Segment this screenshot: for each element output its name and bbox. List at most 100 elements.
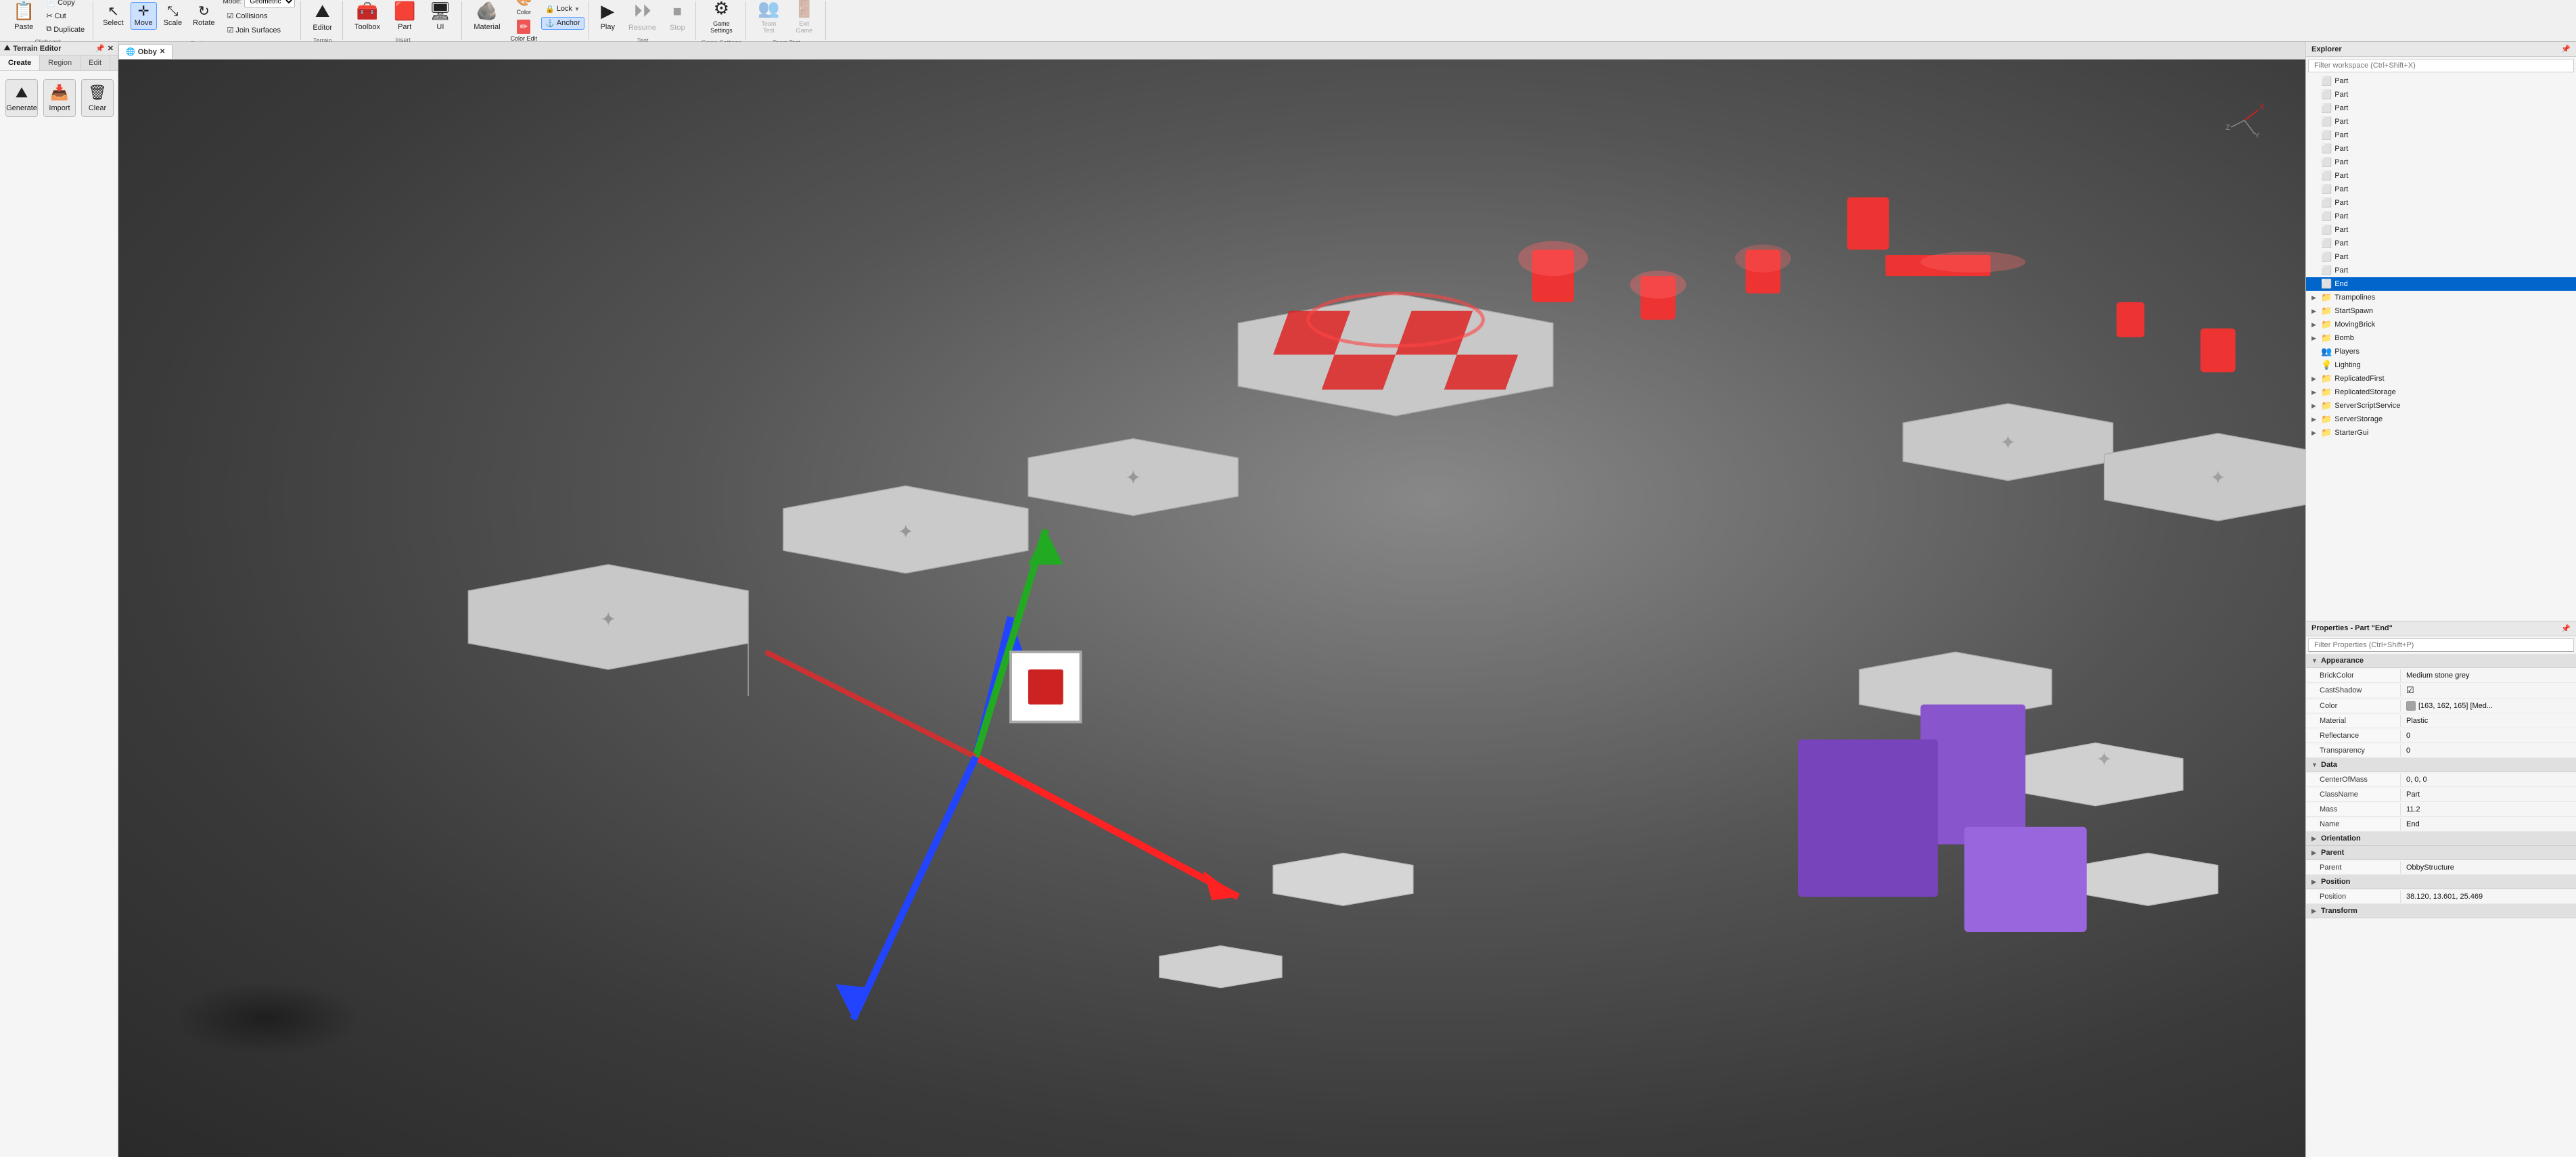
game-settings-icon: ⚙ bbox=[714, 0, 729, 19]
viewport-tab-close[interactable]: ✕ bbox=[160, 48, 165, 55]
item-icon: 📁 bbox=[2321, 319, 2332, 330]
item-icon: ⬜ bbox=[2321, 211, 2332, 222]
prop-position: Position 38.120, 13.601, 25.469 bbox=[2306, 889, 2576, 904]
lock-button[interactable]: 🔒 Lock ▼ bbox=[541, 3, 584, 16]
explorer-item-part-3[interactable]: ⬜ Part bbox=[2306, 115, 2576, 128]
right-panel: Explorer 📌 ⬜ Part ⬜ Part ⬜ Part bbox=[2305, 42, 2576, 1157]
join-surfaces-checkbox[interactable]: ☑ Join Surfaces bbox=[223, 24, 296, 37]
explorer-item-part-8[interactable]: ⬜ Part bbox=[2306, 183, 2576, 196]
explorer-filter-input[interactable] bbox=[2308, 59, 2574, 72]
reflectance-input[interactable] bbox=[2406, 732, 2571, 740]
toolbox-button[interactable]: 🧰 Toolbox bbox=[348, 0, 386, 34]
terrain-tab-edit[interactable]: Edit bbox=[80, 55, 110, 70]
explorer-item-serverstorage-25[interactable]: ▶ 📁 ServerStorage bbox=[2306, 412, 2576, 426]
explorer-item-part-2[interactable]: ⬜ Part bbox=[2306, 101, 2576, 115]
explorer-item-startspawn-17[interactable]: ▶ 📁 StartSpawn bbox=[2306, 304, 2576, 318]
explorer-pin[interactable]: 📌 bbox=[2561, 45, 2571, 53]
explorer-item-part-4[interactable]: ⬜ Part bbox=[2306, 128, 2576, 142]
color-button[interactable]: 🎨 Color bbox=[509, 0, 538, 17]
explorer-item-part-11[interactable]: ⬜ Part bbox=[2306, 223, 2576, 237]
prop-material: Material Plastic bbox=[2306, 713, 2576, 728]
select-button[interactable]: ↖ Select bbox=[99, 2, 128, 30]
explorer-item-end-15[interactable]: ⬜ End bbox=[2306, 277, 2576, 291]
item-icon: ⬜ bbox=[2321, 265, 2332, 276]
rotate-icon: ↻ bbox=[198, 5, 210, 18]
toolbar-tools-group: ↖ Select ✛ Move ⤡ Scale ↻ Rotate Mode: G… bbox=[95, 1, 301, 40]
item-icon: 👥 bbox=[2321, 346, 2332, 357]
material-button[interactable]: 🪨 Material bbox=[467, 0, 506, 34]
mode-select[interactable]: Geometric Surface bbox=[244, 0, 295, 8]
play-button[interactable]: ▶ Play bbox=[595, 0, 621, 34]
rotate-button[interactable]: ↻ Rotate bbox=[189, 2, 218, 30]
duplicate-button[interactable]: ⧉ Duplicate bbox=[42, 23, 89, 36]
name-input[interactable] bbox=[2406, 820, 2571, 828]
explorer-item-part-9[interactable]: ⬜ Part bbox=[2306, 196, 2576, 210]
item-label: Part bbox=[2334, 118, 2348, 126]
explorer-item-part-0[interactable]: ⬜ Part bbox=[2306, 74, 2576, 88]
transform-section-header[interactable]: ▶ Transform bbox=[2306, 904, 2576, 918]
stop-button[interactable]: ⏹ Stop bbox=[664, 0, 691, 34]
move-button[interactable]: ✛ Move bbox=[131, 2, 157, 30]
properties-filter-input[interactable] bbox=[2308, 638, 2574, 652]
viewport-tab-obby[interactable]: 🌐 Obby ✕ bbox=[118, 44, 172, 59]
terrain-editor-close[interactable]: ✕ bbox=[108, 44, 114, 53]
explorer-item-serverscriptservice-24[interactable]: ▶ 📁 ServerScriptService bbox=[2306, 399, 2576, 412]
explorer-item-part-10[interactable]: ⬜ Part bbox=[2306, 210, 2576, 223]
explorer-item-replicatedfirst-22[interactable]: ▶ 📁 ReplicatedFirst bbox=[2306, 372, 2576, 385]
color-swatch[interactable] bbox=[2406, 701, 2416, 711]
prop-mass: Mass 11.2 bbox=[2306, 802, 2576, 817]
ui-button[interactable]: 🖥 UI bbox=[423, 0, 457, 34]
data-section-header[interactable]: ▼ Data bbox=[2306, 758, 2576, 772]
item-icon: ⬜ bbox=[2321, 89, 2332, 100]
position-section-header[interactable]: ▶ Position bbox=[2306, 875, 2576, 889]
part-button[interactable]: 🟥 Part bbox=[388, 0, 421, 34]
castshadow-checkbox[interactable]: ☑ bbox=[2406, 685, 2414, 696]
explorer-item-part-5[interactable]: ⬜ Part bbox=[2306, 142, 2576, 156]
team-test-button[interactable]: 👥 TeamTest bbox=[752, 0, 785, 37]
anchor-button[interactable]: ⚓ Anchor bbox=[541, 17, 584, 30]
item-label: Trampolines bbox=[2334, 293, 2375, 302]
scale-button[interactable]: ⤡ Scale bbox=[160, 2, 187, 30]
prop-centerofmass: CenterOfMass 0, 0, 0 bbox=[2306, 772, 2576, 787]
explorer-item-startergui-26[interactable]: ▶ 📁 StarterGui bbox=[2306, 426, 2576, 440]
parent-section-header[interactable]: ▶ Parent bbox=[2306, 846, 2576, 860]
explorer-item-part-7[interactable]: ⬜ Part bbox=[2306, 169, 2576, 183]
explorer-item-part-13[interactable]: ⬜ Part bbox=[2306, 250, 2576, 264]
toolbar-team-test-group: 👥 TeamTest 🚪 ExitGame Team Test bbox=[748, 1, 826, 40]
properties-pin[interactable]: 📌 bbox=[2561, 624, 2571, 633]
explorer-item-part-1[interactable]: ⬜ Part bbox=[2306, 88, 2576, 101]
item-icon: ⬜ bbox=[2321, 279, 2332, 289]
appearance-section-header[interactable]: ▼ Appearance bbox=[2306, 654, 2576, 668]
explorer-item-lighting-21[interactable]: 💡 Lighting bbox=[2306, 358, 2576, 372]
explorer-item-part-12[interactable]: ⬜ Part bbox=[2306, 237, 2576, 250]
exit-game-button[interactable]: 🚪 ExitGame bbox=[787, 0, 821, 37]
color-edit-button[interactable]: ✏ Color Edit bbox=[508, 18, 540, 43]
copy-button[interactable]: 📄 Copy bbox=[42, 0, 89, 9]
explorer-item-part-6[interactable]: ⬜ Part bbox=[2306, 156, 2576, 169]
terrain-editor-button[interactable]: ⛰ Editor bbox=[306, 0, 338, 34]
scale-icon: ⤡ bbox=[167, 5, 178, 18]
explorer-item-trampolines-16[interactable]: ▶ 📁 Trampolines bbox=[2306, 291, 2576, 304]
explorer-item-bomb-19[interactable]: ▶ 📁 Bomb bbox=[2306, 331, 2576, 345]
viewport[interactable]: X Y Z ✦ bbox=[118, 60, 2305, 1157]
terrain-tab-region[interactable]: Region bbox=[40, 55, 80, 70]
terrain-tab-create[interactable]: Create bbox=[0, 55, 40, 70]
orientation-section-header[interactable]: ▶ Orientation bbox=[2306, 832, 2576, 846]
transparency-input[interactable] bbox=[2406, 747, 2571, 755]
explorer-item-replicatedstorage-23[interactable]: ▶ 📁 ReplicatedStorage bbox=[2306, 385, 2576, 399]
terrain-generate-button[interactable]: ⛰ Generate bbox=[5, 79, 38, 117]
paste-button[interactable]: 📋 Paste bbox=[7, 0, 41, 34]
cut-button[interactable]: ✂ Cut bbox=[42, 9, 89, 22]
collisions-checkbox[interactable]: ☑ Collisions bbox=[223, 9, 296, 22]
game-settings-button[interactable]: ⚙ GameSettings bbox=[704, 0, 739, 37]
resume-button[interactable]: ⏵⏵ Resume bbox=[622, 0, 662, 34]
explorer-item-players-20[interactable]: 👥 Players bbox=[2306, 345, 2576, 358]
terrain-clear-button[interactable]: 🗑 Clear bbox=[81, 79, 114, 117]
join-surfaces-icon: ☑ bbox=[227, 26, 234, 34]
item-icon: 📁 bbox=[2321, 292, 2332, 303]
explorer-item-movingbrick-18[interactable]: ▶ 📁 MovingBrick bbox=[2306, 318, 2576, 331]
item-label: ReplicatedStorage bbox=[2334, 388, 2396, 396]
terrain-editor-pin[interactable]: 📌 bbox=[95, 44, 105, 53]
explorer-item-part-14[interactable]: ⬜ Part bbox=[2306, 264, 2576, 277]
terrain-import-button[interactable]: 📥 Import bbox=[43, 79, 76, 117]
